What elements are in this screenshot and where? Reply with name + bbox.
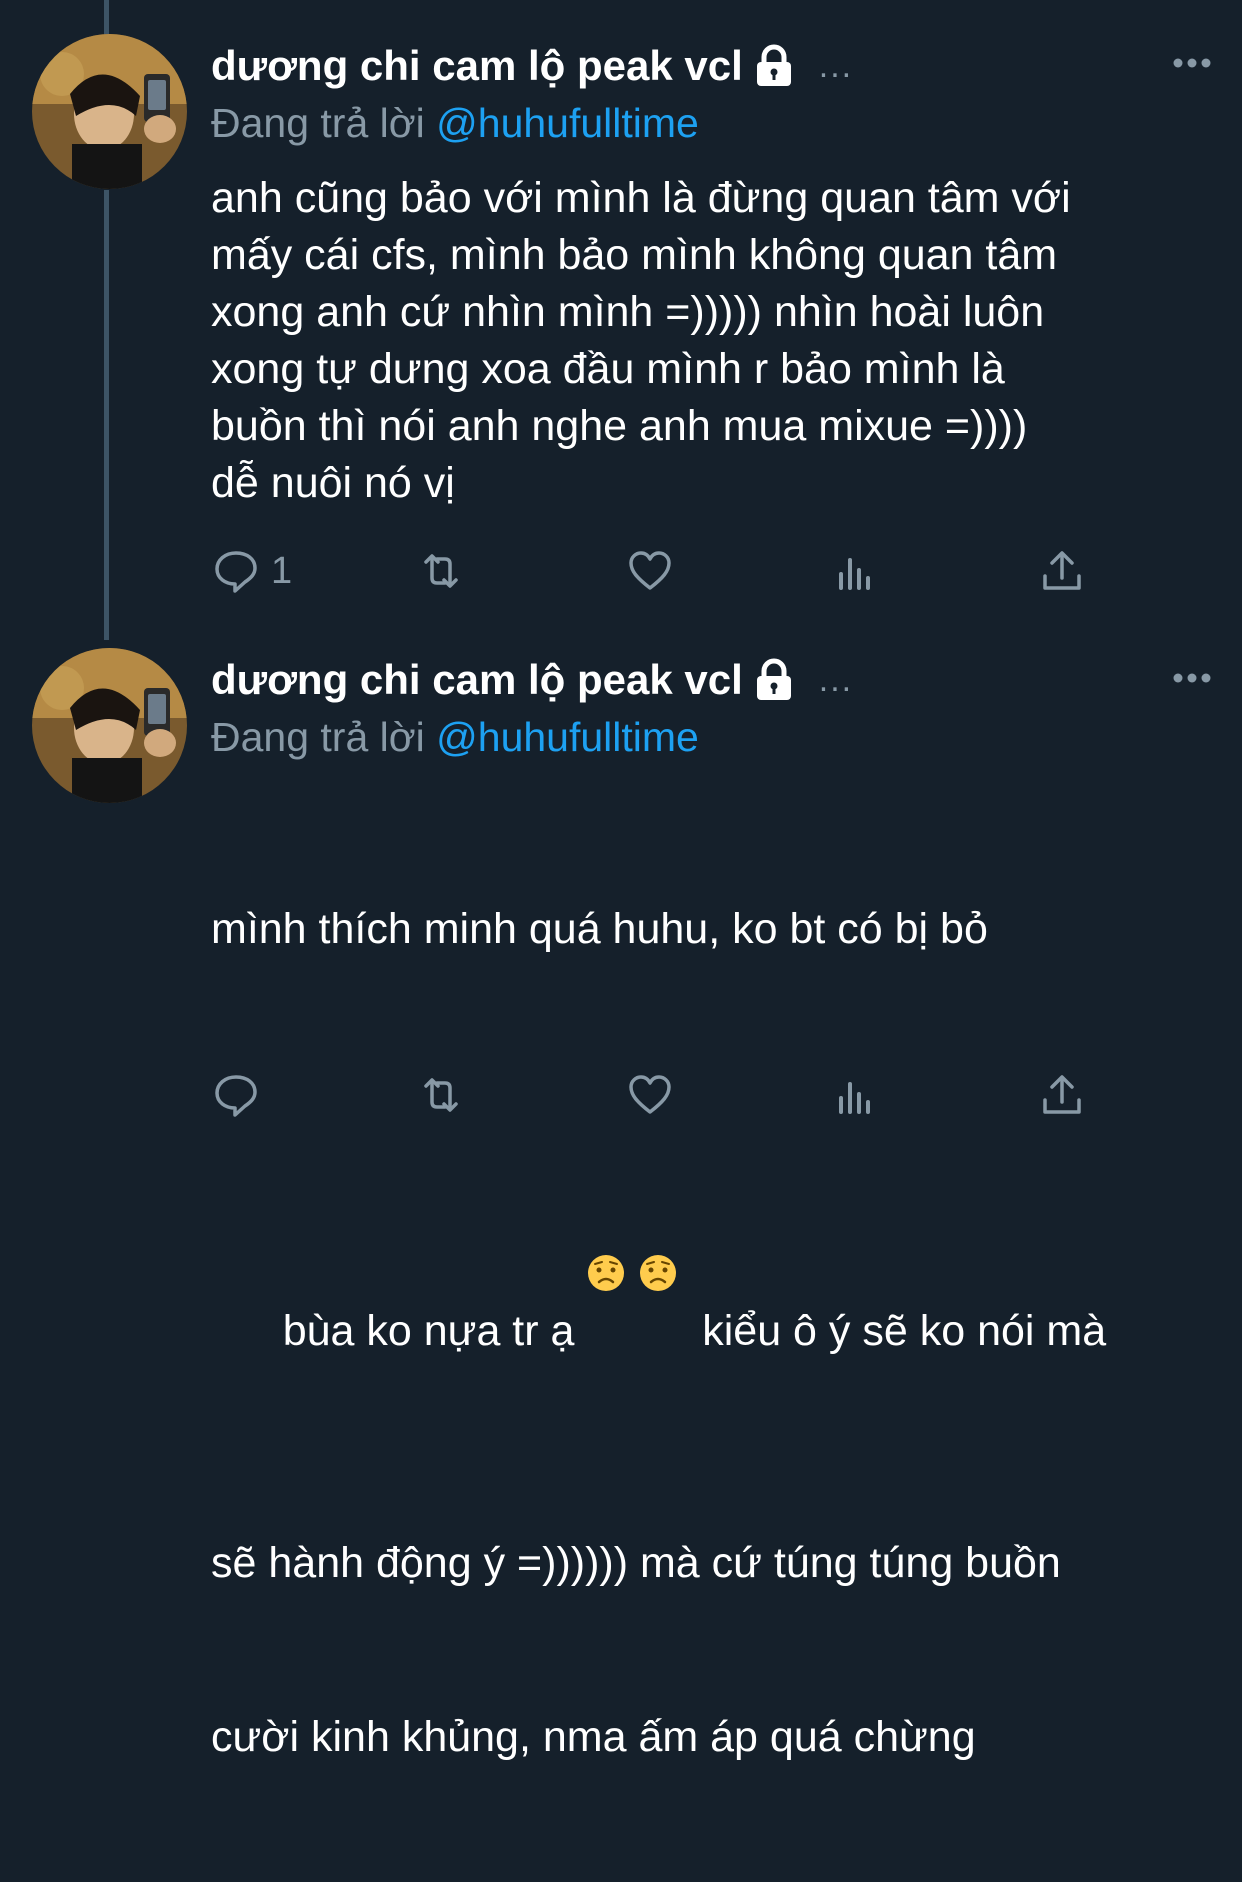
like-button[interactable] xyxy=(627,548,673,594)
replying-to: Đang trả lời @huhufulltime xyxy=(211,714,699,761)
more-icon[interactable] xyxy=(1172,56,1212,70)
more-icon[interactable] xyxy=(1172,671,1212,685)
retweet-icon xyxy=(424,1078,458,1112)
replying-to: Đang trả lời @huhufulltime xyxy=(211,100,699,147)
lock-icon xyxy=(751,44,797,88)
tweet-text-line: mình thích minh quá huhu, ko bt có bị bỏ xyxy=(211,905,988,953)
like-button[interactable] xyxy=(627,1072,673,1118)
display-name[interactable]: dương chi cam lộ peak vcl ... xyxy=(211,42,853,90)
display-name-text[interactable]: dương chi cam lộ peak vcl xyxy=(211,656,743,704)
replying-handle-link[interactable]: @huhufulltime xyxy=(436,714,699,760)
display-name[interactable]: dương chi cam lộ peak vcl ... xyxy=(211,656,853,704)
display-name-text[interactable]: dương chi cam lộ peak vcl xyxy=(211,42,743,90)
reply-icon xyxy=(215,1075,257,1117)
reply-count: 1 xyxy=(271,549,293,592)
share-icon xyxy=(1043,551,1081,590)
replying-prefix: Đang trả lời xyxy=(211,100,425,146)
analytics-icon xyxy=(839,558,870,590)
avatar[interactable] xyxy=(32,648,187,803)
like-icon xyxy=(629,551,671,590)
action-bar: 1 xyxy=(0,548,1242,598)
worried-face-emoji xyxy=(586,1134,626,1291)
retweet-button[interactable] xyxy=(418,1072,464,1118)
share-icon xyxy=(1043,1075,1081,1114)
tweet-text: mình thích minh quá huhu, ko bt có bị bỏ… xyxy=(211,784,1221,1882)
share-button[interactable] xyxy=(1039,548,1085,594)
like-icon xyxy=(629,1075,671,1114)
retweet-button[interactable] xyxy=(418,548,464,594)
analytics-icon xyxy=(839,1082,870,1114)
tweet[interactable]: dương chi cam lộ peak vcl ... Đang trả l… xyxy=(0,640,1242,1761)
truncation-dots: ... xyxy=(818,660,854,699)
action-bar xyxy=(0,1072,1242,1122)
lock-icon xyxy=(751,658,797,702)
tweet[interactable]: dương chi cam lộ peak vcl ... Đang trả l… xyxy=(0,0,1242,620)
analytics-button[interactable] xyxy=(833,548,879,594)
tweet-text: anh cũng bảo với mình là đừng quan tâm v… xyxy=(211,174,1071,507)
tweet-text-line: bùa ko nựa tr ạ kiểu ô ý sẽ ko nói mà xyxy=(211,1076,1221,1418)
reply-icon xyxy=(215,551,257,593)
retweet-icon xyxy=(424,554,458,588)
worried-face-emoji xyxy=(638,1134,678,1291)
replying-prefix: Đang trả lời xyxy=(211,714,425,760)
avatar[interactable] xyxy=(32,34,187,189)
reply-button[interactable]: 1 xyxy=(213,548,292,594)
analytics-button[interactable] xyxy=(833,1072,879,1118)
tweet-text-line: sẽ hành động ý =)))))) mà cứ túng túng b… xyxy=(211,1539,1061,1587)
tweet-text-segment: kiểu ô ý sẽ ko nói mà xyxy=(678,1307,1107,1355)
replying-handle-link[interactable]: @huhufulltime xyxy=(436,100,699,146)
truncation-dots: ... xyxy=(818,46,854,85)
reply-button[interactable] xyxy=(213,1072,271,1118)
share-button[interactable] xyxy=(1039,1072,1085,1118)
tweet-text-line: cười kinh khủng, nma ấm áp quá chừng xyxy=(211,1713,976,1761)
tweet-text-segment: bùa ko nựa tr ạ xyxy=(282,1307,587,1355)
